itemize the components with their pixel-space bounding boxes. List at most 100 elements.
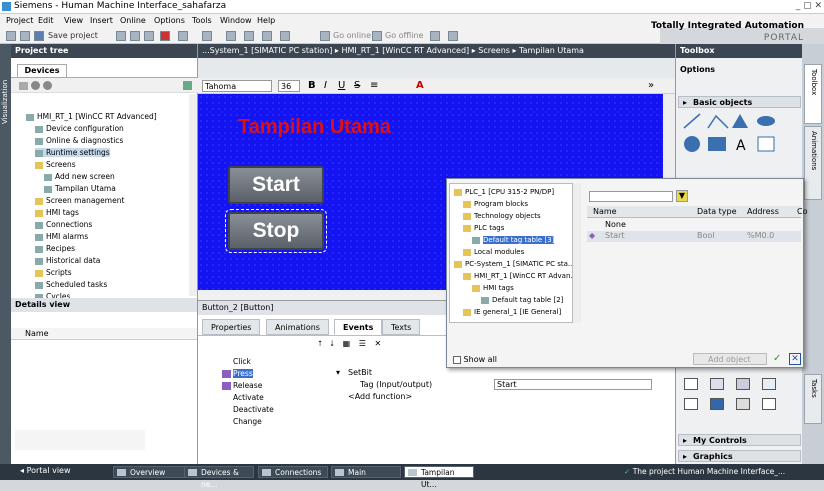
- simulation-icon[interactable]: [280, 31, 290, 41]
- go-offline-icon[interactable]: [372, 31, 382, 41]
- slider-element-icon[interactable]: [762, 398, 776, 410]
- tree-item[interactable]: Recipes: [35, 244, 75, 253]
- tag-tree-item[interactable]: Default tag table [2]: [481, 296, 563, 304]
- filter-icon[interactable]: ▼: [676, 190, 688, 202]
- sync-icon[interactable]: [183, 81, 192, 90]
- menu-options[interactable]: Options: [154, 16, 185, 25]
- list-view-icon[interactable]: ☰: [359, 339, 366, 348]
- hmi-start-button[interactable]: Start: [228, 166, 324, 204]
- compile-icon[interactable]: [226, 31, 236, 41]
- go-offline-button[interactable]: Go offline: [385, 30, 423, 42]
- add-object-button[interactable]: Add object: [693, 353, 767, 365]
- tab-devices[interactable]: Devices: [17, 64, 67, 77]
- tag-tree-item[interactable]: IE general_1 [IE General]: [463, 308, 561, 316]
- portal-view-button[interactable]: ◂ Portal view: [20, 466, 71, 475]
- tab-animations[interactable]: Animations: [266, 319, 329, 335]
- menu-window[interactable]: Window: [220, 16, 252, 25]
- taskbar-main[interactable]: Main: [331, 466, 401, 478]
- download-icon[interactable]: [244, 31, 254, 41]
- new-project-icon[interactable]: [6, 31, 16, 41]
- go-online-button[interactable]: Go online: [333, 30, 371, 42]
- tree-item[interactable]: Historical data: [35, 256, 100, 265]
- tag-filter-input[interactable]: [589, 191, 673, 202]
- paste-icon[interactable]: [144, 31, 154, 41]
- tag-tree-item[interactable]: PLC_1 [CPU 315-2 PN/DP]: [454, 188, 554, 196]
- portal-side-tab[interactable]: Visualization: [0, 44, 11, 468]
- tree-scrollbar[interactable]: [189, 94, 197, 296]
- tag-row-start[interactable]: ◆ Start Bool %M0.0: [587, 231, 801, 242]
- tree-item[interactable]: HMI_RT_1 [WinCC RT Advanced]: [26, 112, 157, 121]
- strikethrough-icon[interactable]: S: [354, 80, 360, 91]
- tab-toolbox-card[interactable]: Toolbox: [804, 64, 822, 124]
- section-my-controls[interactable]: My Controls: [678, 434, 801, 446]
- menu-insert[interactable]: Insert: [90, 16, 113, 25]
- delete-icon[interactable]: [160, 31, 170, 41]
- menu-project[interactable]: Project: [6, 16, 33, 25]
- add-function-item[interactable]: <Add function>: [348, 392, 412, 401]
- back-icon[interactable]: [31, 81, 40, 90]
- section-graphics[interactable]: Graphics: [678, 450, 801, 462]
- event-item[interactable]: Press: [222, 369, 253, 378]
- tree-view-icon[interactable]: [19, 82, 28, 90]
- tree-item[interactable]: Device configuration: [35, 124, 124, 133]
- tree-item[interactable]: Connections: [35, 220, 92, 229]
- open-project-icon[interactable]: [20, 31, 30, 41]
- cancel-close-icon[interactable]: ✕: [789, 353, 801, 365]
- symbolic-io-icon[interactable]: [736, 378, 750, 390]
- event-item[interactable]: Change: [222, 417, 262, 426]
- taskbar-tampilan-utama[interactable]: Tampilan Ut...: [404, 466, 474, 489]
- font-select[interactable]: Tahoma: [202, 80, 272, 92]
- menu-view[interactable]: View: [64, 16, 83, 25]
- event-item[interactable]: Activate: [222, 393, 264, 402]
- copy-icon[interactable]: [130, 31, 140, 41]
- section-basic-objects[interactable]: Basic objects: [678, 96, 801, 108]
- tab-properties[interactable]: Properties: [202, 319, 261, 335]
- forward-icon[interactable]: [43, 81, 52, 90]
- go-online-icon[interactable]: [320, 31, 330, 41]
- tag-tree-item[interactable]: Local modules: [463, 248, 524, 256]
- table-view-icon[interactable]: ▦: [343, 339, 351, 348]
- tree-item[interactable]: HMI alarms: [35, 232, 88, 241]
- event-item[interactable]: Release: [222, 381, 262, 390]
- date-time-field-icon[interactable]: [684, 398, 698, 410]
- tag-tree-item[interactable]: PC-System_1 [SIMATIC PC sta...: [454, 260, 575, 268]
- function-expand-icon[interactable]: ▾: [336, 368, 340, 377]
- redo-icon[interactable]: [202, 31, 212, 41]
- undo-icon[interactable]: [178, 31, 188, 41]
- more-format-icon[interactable]: »: [648, 80, 654, 91]
- align-icon[interactable]: ≡: [370, 80, 378, 91]
- tag-tree-item[interactable]: Technology objects: [463, 212, 541, 220]
- menu-edit[interactable]: Edit: [38, 16, 54, 25]
- event-item[interactable]: Click: [222, 357, 251, 366]
- tree-item[interactable]: Online & diagnostics: [35, 136, 123, 145]
- screen-title-text[interactable]: Tampilan Utama: [238, 116, 391, 139]
- menu-tools[interactable]: Tools: [192, 16, 212, 25]
- tag-tree-item[interactable]: PLC tags: [463, 224, 504, 232]
- tree-item[interactable]: HMI tags: [35, 208, 79, 217]
- taskbar-connections[interactable]: Connections: [258, 466, 328, 478]
- confirm-check-icon[interactable]: ✓: [773, 353, 785, 365]
- taskbar-overview[interactable]: Overview: [113, 466, 187, 478]
- move-up-icon[interactable]: ⭡: [318, 339, 322, 348]
- bold-icon[interactable]: B: [308, 80, 316, 91]
- text-color-icon[interactable]: A: [416, 80, 424, 91]
- save-project-button[interactable]: Save project: [48, 30, 98, 42]
- bar-element-icon[interactable]: [710, 398, 724, 410]
- save-icon[interactable]: [34, 31, 44, 41]
- font-size-select[interactable]: 36: [278, 80, 300, 92]
- tree-item[interactable]: Add new screen: [44, 172, 115, 181]
- io-field-icon[interactable]: [684, 378, 698, 390]
- delete-function-icon[interactable]: ✕: [374, 339, 381, 348]
- tag-row-none[interactable]: None: [587, 220, 801, 231]
- event-item[interactable]: Deactivate: [222, 405, 274, 414]
- tag-tree-item[interactable]: HMI tags: [472, 284, 514, 292]
- tab-tasks-card[interactable]: Tasks: [804, 374, 822, 424]
- menu-online[interactable]: Online: [120, 16, 146, 25]
- switch-element-icon[interactable]: [736, 398, 750, 410]
- tag-tree-item[interactable]: HMI_RT_1 [WinCC RT Advan...: [463, 272, 577, 280]
- function-name[interactable]: SetBit: [348, 368, 372, 377]
- cut-icon[interactable]: [116, 31, 126, 41]
- tree-item[interactable]: Scheduled tasks: [35, 280, 107, 289]
- tag-tree-item[interactable]: Default tag table [3]: [472, 236, 555, 244]
- taskbar-devices-networks[interactable]: Devices & ne...: [184, 466, 254, 489]
